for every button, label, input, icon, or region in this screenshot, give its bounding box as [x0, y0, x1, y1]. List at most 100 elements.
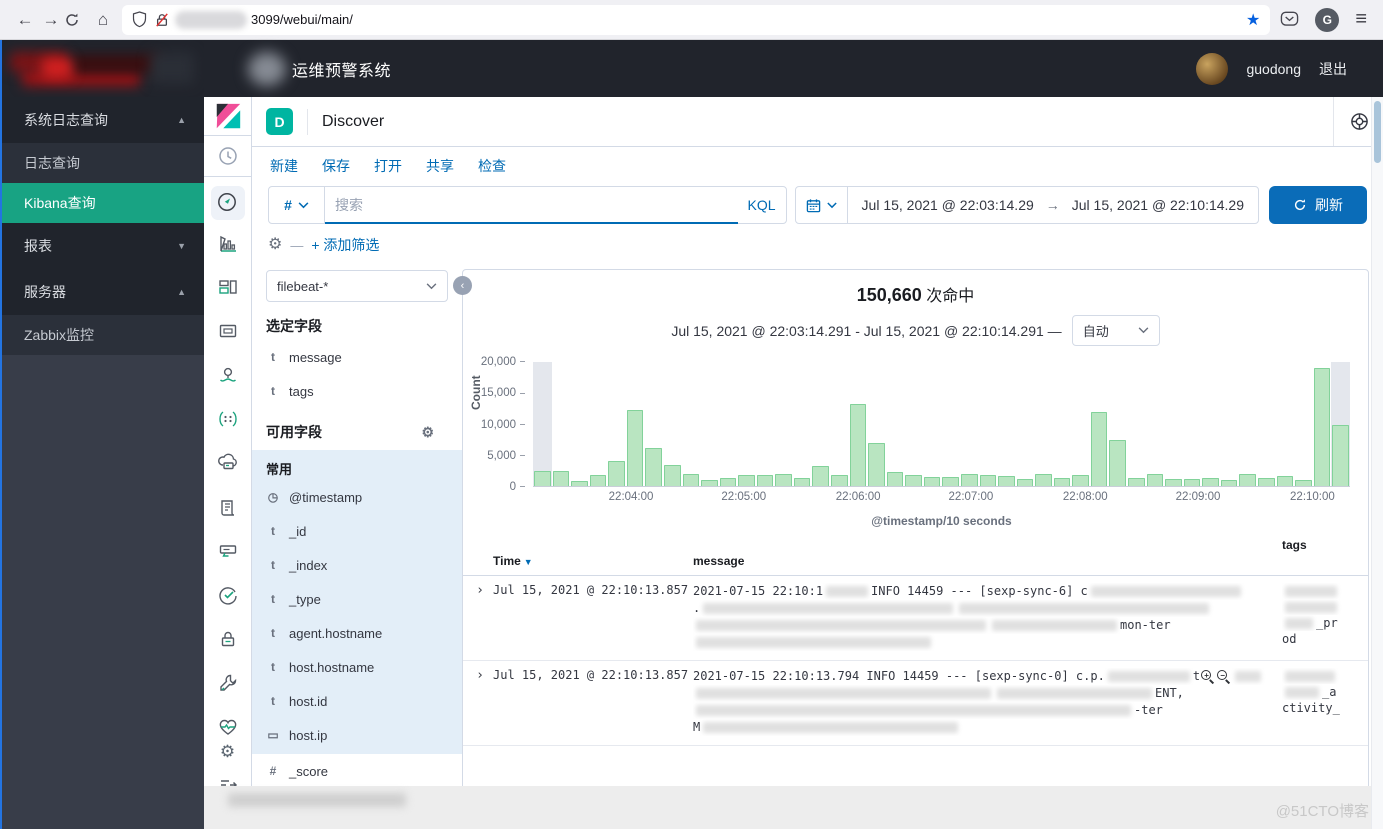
histogram-bar[interactable] [923, 362, 942, 486]
date-end[interactable]: Jul 15, 2021 @ 22:10:14.29 [1072, 197, 1244, 213]
date-start[interactable]: Jul 15, 2021 @ 22:03:14.29 [862, 197, 1034, 213]
kql-language-button[interactable]: KQL [738, 187, 786, 223]
expand-row-chevron[interactable]: › [467, 583, 493, 651]
stack-monitoring-heartbeat-icon[interactable] [217, 716, 239, 743]
user-avatar[interactable] [1196, 53, 1228, 85]
calendar-dropdown-button[interactable] [796, 187, 848, 223]
menu-hamburger-icon[interactable]: ≡ [1355, 8, 1367, 31]
field-item-_type[interactable]: t_type [252, 582, 462, 616]
histogram-bar[interactable] [886, 362, 905, 486]
recently-viewed-clock-icon[interactable] [204, 136, 251, 177]
histogram-bar[interactable] [589, 362, 608, 486]
scrollbar-thumb[interactable] [1374, 101, 1381, 163]
histogram-bar[interactable] [997, 362, 1016, 486]
histogram-bar[interactable] [570, 362, 589, 486]
save-button[interactable]: 保存 [322, 156, 350, 176]
zoom-out-icon[interactable]: − [1217, 670, 1231, 683]
field-item-agent.hostname[interactable]: tagent.hostname [252, 616, 462, 650]
visualize-bar-chart-icon[interactable] [217, 232, 239, 259]
reload-icon[interactable] [64, 12, 90, 28]
histogram-bar[interactable] [533, 362, 552, 486]
account-avatar[interactable]: G [1315, 8, 1339, 32]
share-button[interactable]: 共享 [426, 156, 454, 176]
home-icon[interactable]: ⌂ [90, 10, 116, 30]
zoom-in-icon[interactable]: + [1201, 670, 1215, 683]
histogram-bar[interactable] [1127, 362, 1146, 486]
histogram-bar[interactable] [1276, 362, 1295, 486]
field-item-_score[interactable]: #_score [252, 754, 462, 788]
sidebar-item-servers[interactable]: 服务器▲ [0, 269, 204, 315]
histogram-bar[interactable] [737, 362, 756, 486]
histogram-bar[interactable] [867, 362, 886, 486]
field-item-host.ip[interactable]: ▭host.ip [252, 718, 462, 752]
sort-descending-icon[interactable]: ▼ [524, 557, 533, 567]
field-filter-selector[interactable]: # [269, 187, 325, 223]
field-item-message[interactable]: tmessage [252, 340, 462, 374]
collapse-fields-panel-button[interactable]: ‹ [453, 276, 472, 295]
histogram-bar[interactable] [1238, 362, 1257, 486]
back-arrow-icon[interactable]: ← [12, 10, 38, 30]
lock-insecure-icon[interactable] [155, 12, 169, 28]
column-header-message[interactable]: message [693, 554, 1282, 568]
sidebar-item-system-log-query[interactable]: 系统日志查询▲ [0, 97, 204, 143]
scrollbar[interactable] [1371, 97, 1383, 829]
search-input[interactable] [335, 197, 728, 213]
field-item-host.hostname[interactable]: thost.hostname [252, 650, 462, 684]
histogram-bar[interactable] [1313, 362, 1332, 486]
histogram-bar[interactable] [756, 362, 775, 486]
histogram-bar[interactable] [1201, 362, 1220, 486]
histogram-bar[interactable] [1257, 362, 1276, 486]
histogram-bar[interactable] [644, 362, 663, 486]
metrics-cloud-icon[interactable] [217, 452, 239, 479]
add-filter-button[interactable]: + 添加筛选 [311, 235, 379, 255]
histogram-bar[interactable] [1183, 362, 1202, 486]
dashboard-icon[interactable] [217, 276, 239, 303]
refresh-button[interactable]: 刷新 [1269, 186, 1367, 224]
sidebar-item-zabbix-monitor[interactable]: Zabbix监控 [0, 315, 204, 355]
histogram-bar[interactable] [663, 362, 682, 486]
filter-settings-gear-icon[interactable]: ⚙ [268, 237, 282, 253]
histogram-bar[interactable] [1164, 362, 1183, 486]
histogram-bar[interactable] [552, 362, 571, 486]
column-header-time[interactable]: Time▼ [493, 554, 693, 568]
histogram-bar[interactable] [1053, 362, 1072, 486]
histogram-bar[interactable] [719, 362, 738, 486]
discover-app-badge[interactable]: D [266, 108, 293, 135]
url-bar[interactable]: 3099/webui/main/ ★ [122, 5, 1270, 35]
histogram-bar[interactable] [1146, 362, 1165, 486]
field-settings-gear-icon[interactable]: ⚙ [421, 425, 434, 439]
pocket-icon[interactable] [1280, 11, 1299, 28]
logout-button[interactable]: 退出 [1319, 59, 1347, 79]
new-button[interactable]: 新建 [270, 156, 298, 176]
histogram-bar[interactable] [626, 362, 645, 486]
apm-icon[interactable] [217, 540, 239, 567]
discover-compass-icon[interactable] [211, 186, 245, 220]
sidebar-item-log-query[interactable]: 日志查询 [0, 143, 204, 183]
histogram-bar[interactable] [682, 362, 701, 486]
canvas-icon[interactable] [217, 320, 239, 347]
histogram-bar[interactable] [941, 362, 960, 486]
histogram-bar[interactable] [830, 362, 849, 486]
inspect-button[interactable]: 检查 [478, 156, 506, 176]
expand-row-chevron[interactable]: › [467, 668, 493, 736]
field-item-tags[interactable]: ttags [252, 374, 462, 408]
open-button[interactable]: 打开 [374, 156, 402, 176]
shield-icon[interactable] [132, 11, 147, 28]
machine-learning-icon[interactable] [217, 408, 239, 435]
histogram-bar[interactable] [1034, 362, 1053, 486]
field-item-host.id[interactable]: thost.id [252, 684, 462, 718]
histogram-bar[interactable] [1331, 362, 1350, 486]
histogram-bar[interactable] [793, 362, 812, 486]
histogram-bar[interactable] [607, 362, 626, 486]
histogram-bar[interactable] [700, 362, 719, 486]
dev-tools-wrench-icon[interactable] [217, 672, 239, 699]
histogram-bar[interactable] [774, 362, 793, 486]
histogram-bar[interactable] [1108, 362, 1127, 486]
maps-pin-icon[interactable] [217, 364, 239, 391]
column-header-tags[interactable]: tags [1282, 538, 1368, 552]
bookmark-star-icon[interactable]: ★ [1246, 10, 1260, 30]
histogram-bar[interactable] [1071, 362, 1090, 486]
histogram-bar[interactable] [904, 362, 923, 486]
index-pattern-select[interactable]: filebeat-* [266, 270, 448, 302]
histogram-bar[interactable] [979, 362, 998, 486]
